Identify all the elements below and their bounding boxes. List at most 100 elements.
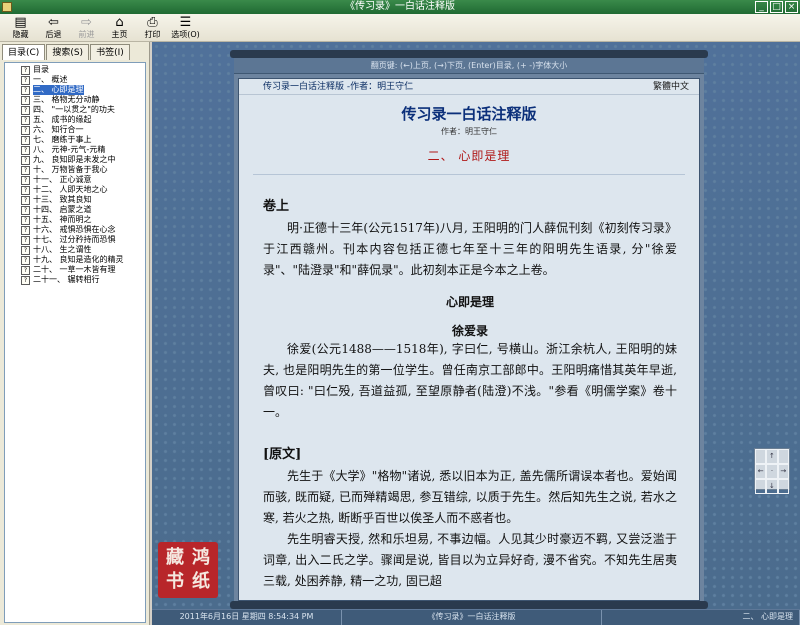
chapter-title: 二、 心即是理 — [427, 149, 511, 163]
nav-pad-cell — [777, 479, 789, 494]
reader-pane: 翻页键: (←)上页, (→)下页, (Enter)目录, (+ -)字体大小 … — [152, 42, 800, 609]
paragraph: 先生于《大学》"格物"诸说, 悉以旧本为正, 盖先儒所谓误本者也。爱始闻而骇, … — [263, 469, 677, 525]
tree-item[interactable]: ? 九、 良知即是未发之中 — [21, 155, 145, 165]
print-icon: ⎙ — [147, 15, 158, 30]
document-icon: ? — [21, 85, 30, 95]
hide-icon: ▤ — [14, 15, 27, 30]
home-icon: ⌂ — [115, 15, 124, 30]
back-button[interactable]: ⇦ 后退 — [37, 14, 70, 42]
document-icon: ? — [21, 235, 30, 245]
tree-item[interactable]: ? 十八、 生之谓性 — [21, 245, 145, 255]
previous-page-icon[interactable]: ← — [755, 464, 767, 479]
window-title: 《传习录》一白话注释版 — [345, 1, 455, 12]
subheading: 徐爱录 — [451, 324, 488, 338]
document-icon: ? — [21, 165, 30, 175]
tree-item[interactable]: ? 二十、 一草一木皆有理 — [21, 265, 145, 275]
paragraph: 先生明睿天授, 然和乐坦易, 不事边幅。人见其少时豪迈不羁, 又尝泛滥于词章, … — [263, 532, 677, 588]
traditional-chinese-link[interactable]: 繁體中文 — [653, 79, 689, 94]
document-icon: ? — [21, 155, 30, 165]
tree-item[interactable]: ? 十二、 人即天地之心 — [21, 185, 145, 195]
tab-search[interactable]: 搜索(S) — [46, 44, 90, 60]
tree-item[interactable]: ? 十四、 启蒙之道 — [21, 205, 145, 215]
tree-item[interactable]: ? 十七、 过分矜持而恐惧 — [21, 235, 145, 245]
status-datetime: 2011年6月16日 星期四 8:54:34 PM — [152, 610, 342, 625]
scroll-rod-top — [230, 50, 708, 58]
tree-item[interactable]: ? 八、 元神-元气-元精 — [21, 145, 145, 155]
seal-character: 藏 — [166, 547, 184, 568]
tree-item[interactable]: ? 十六、 戒惧恐惧在心念 — [21, 225, 145, 235]
tree-item-selected[interactable]: ? 二、 心即是理 — [21, 85, 145, 95]
tree-item[interactable]: ? 四、 "一以贯之"的功夫 — [21, 105, 145, 115]
tab-contents[interactable]: 目录(C) — [2, 44, 46, 60]
page-down-icon[interactable]: ↓ — [766, 479, 778, 494]
page-turn-hint: 翻页键: (←)上页, (→)下页, (Enter)目录, (+ -)字体大小 — [234, 58, 704, 74]
tree-item[interactable]: ? 六、 知行合一 — [21, 125, 145, 135]
paragraph: 徐爱(公元1488——1518年), 字曰仁, 号横山。浙江余杭人, 王阳明的妹… — [263, 342, 677, 419]
print-button[interactable]: ⎙ 打印 — [136, 14, 169, 42]
document-icon: ? — [21, 95, 30, 105]
document-icon: ? — [21, 185, 30, 195]
page-content: 传习录一白话注释版 -作者：明王守仁 繁體中文 传习录一白话注释版 作者：明王守… — [238, 78, 700, 601]
document-icon: ? — [21, 175, 30, 185]
tree-item[interactable]: ? 十一、 正心诚意 — [21, 175, 145, 185]
nav-pad-cell — [755, 449, 767, 464]
document-icon: ? — [21, 195, 30, 205]
forward-button[interactable]: ⇨ 前进 — [70, 14, 103, 42]
scroll-rod-bottom — [230, 601, 708, 609]
document-icon: ? — [21, 145, 30, 155]
tree-item[interactable]: ? 十九、 良知是造化的精灵 — [21, 255, 145, 265]
document-icon: ? — [21, 205, 30, 215]
divider — [253, 174, 685, 175]
section-heading: 卷上 — [263, 199, 290, 214]
red-seal-stamp: 藏 鸿 书 纸 — [158, 542, 218, 598]
document-icon: ? — [21, 225, 30, 235]
maximize-button[interactable]: □ — [770, 1, 783, 13]
contents-icon[interactable]: · — [766, 464, 778, 479]
minimize-button[interactable]: _ — [755, 1, 768, 13]
seal-character: 鸿 — [192, 547, 210, 568]
document-icon: ? — [21, 215, 30, 225]
back-arrow-icon: ⇦ — [48, 15, 59, 30]
tree-item[interactable]: ? 五、 成书的缘起 — [21, 115, 145, 125]
document-icon: ? — [21, 75, 30, 85]
document-icon: ? — [21, 255, 30, 265]
sidebar: 目录(C) 搜索(S) 书签(I) ? 目录 ? 一、 概述 ? 二、 心即是理 ? 三… — [0, 42, 150, 625]
tree-item[interactable]: ? 一、 概述 — [21, 75, 145, 85]
page-nav-pad: ↑ ← · → ↓ — [754, 448, 790, 494]
toolbar: ▤ 隐藏 ⇦ 后退 ⇨ 前进 ⌂ 主页 ⎙ 打印 ☰ 选项(O) — [0, 14, 800, 42]
tab-bookmarks[interactable]: 书签(I) — [90, 44, 130, 60]
status-book: 《传习录》一白话注释版 — [342, 610, 602, 625]
tree-item[interactable]: ? 七、 磨练于事上 — [21, 135, 145, 145]
document-icon: ? — [21, 265, 30, 275]
page-up-icon[interactable]: ↑ — [766, 449, 778, 464]
nav-pad-cell — [777, 449, 789, 464]
document-icon: ? — [21, 275, 30, 285]
section-heading: [原文] — [263, 447, 302, 462]
tree-item[interactable]: ? 十、 万物皆备于我心 — [21, 165, 145, 175]
hide-button[interactable]: ▤ 隐藏 — [4, 14, 37, 42]
status-bar: 2011年6月16日 星期四 8:54:34 PM 《传习录》一白话注释版 二、… — [152, 609, 800, 625]
forward-arrow-icon: ⇨ — [81, 15, 92, 30]
tree-item[interactable]: ? 十三、 致其良知 — [21, 195, 145, 205]
window-controls: _ □ × — [755, 1, 798, 13]
page-header-title: 传习录一白话注释版 -作者：明王守仁 — [263, 82, 414, 92]
page-header: 传习录一白话注释版 -作者：明王守仁 繁體中文 — [239, 79, 699, 95]
tree-item[interactable]: ? 二十一、 辗转相行 — [21, 275, 145, 285]
contents-tree: ? 目录 ? 一、 概述 ? 二、 心即是理 ? 三、 格物无分动静 ? 四、 "一以贯之… — [4, 62, 146, 623]
tree-item[interactable]: ? 十五、 神而明之 — [21, 215, 145, 225]
document-icon: ? — [21, 105, 30, 115]
document-icon: ? — [21, 125, 30, 135]
seal-character: 书 — [166, 571, 184, 592]
tree-item[interactable]: ? 三、 格物无分动静 — [21, 95, 145, 105]
scroll-frame: 传习录一白话注释版 -作者：明王守仁 繁體中文 传习录一白话注释版 作者：明王守… — [234, 74, 704, 601]
document-icon: ? — [21, 135, 30, 145]
status-chapter: 二、 心即是理 — [602, 610, 800, 625]
tree-item-root[interactable]: ? 目录 — [21, 65, 145, 75]
window-titlebar: 《传习录》一白话注释版 _ □ × — [0, 0, 800, 14]
book-title: 传习录一白话注释版 — [401, 105, 537, 123]
next-page-icon[interactable]: → — [777, 464, 789, 479]
close-button[interactable]: × — [785, 1, 798, 13]
options-button[interactable]: ☰ 选项(O) — [169, 14, 202, 42]
sidebar-tabs: 目录(C) 搜索(S) 书签(I) — [0, 42, 149, 60]
home-button[interactable]: ⌂ 主页 — [103, 14, 136, 42]
